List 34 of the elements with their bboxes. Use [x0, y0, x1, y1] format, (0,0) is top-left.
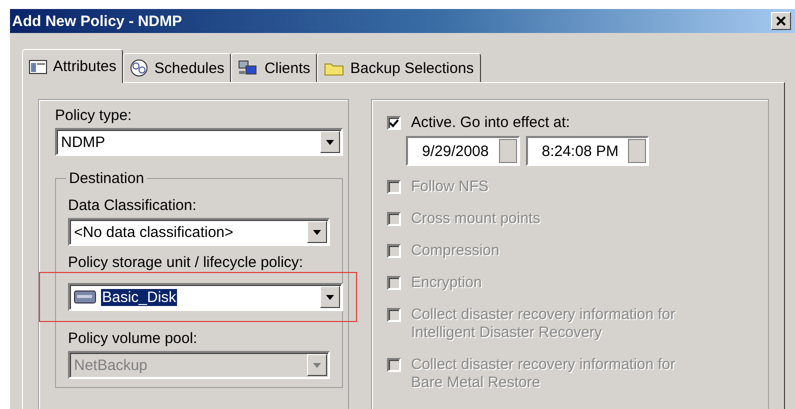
- dropdown-field[interactable]: <No data classification>: [68, 218, 330, 246]
- disk-drive-icon: [74, 289, 96, 305]
- dropdown-arrow-icon: [313, 230, 321, 234]
- window-title: Add New Policy - NDMP: [12, 12, 182, 30]
- window-icon: [29, 60, 47, 74]
- dropdown-field[interactable]: Basic_Disk: [68, 283, 343, 311]
- field-label: Policy type:: [55, 107, 133, 125]
- field-label: Data Classification:: [68, 197, 198, 215]
- field-label: Policy storage unit / lifecycle policy:: [68, 254, 304, 272]
- checkbox-label: Cross mount points: [411, 210, 542, 228]
- dropdown-arrow-icon: [326, 140, 334, 144]
- tab[interactable]: Backup Selections: [317, 53, 481, 82]
- close-icon: [776, 16, 786, 26]
- tab[interactable]: Clients: [231, 53, 318, 82]
- tab[interactable]: Attributes: [22, 49, 124, 83]
- checkbox-label: Encryption: [411, 274, 483, 292]
- field-label: Policy volume pool:: [68, 330, 198, 348]
- checkbox-label: Collect disaster recovery information for Intelligent Disaster Recovery: [411, 306, 676, 342]
- clock-icon: [130, 59, 148, 77]
- dropdown-arrow-icon: [313, 362, 321, 368]
- checkbox-label: Active. Go into effect at:: [411, 114, 571, 132]
- dropdown-arrow-icon: [326, 294, 334, 300]
- time-field[interactable]: 8:24:08 PM: [526, 136, 650, 166]
- tab[interactable]: Schedules: [123, 53, 232, 82]
- check-icon: [389, 118, 399, 128]
- checkbox-label: Follow NFS: [411, 178, 490, 196]
- policy-type-dropdown[interactable]: NDMP: [55, 128, 343, 156]
- date-field[interactable]: 9/29/2008: [406, 136, 520, 166]
- checkbox[interactable]: [387, 116, 401, 130]
- checkbox-label: Compression: [411, 242, 500, 260]
- computers-icon: [238, 60, 258, 76]
- close-button[interactable]: [771, 12, 791, 30]
- checkbox-label: Collect disaster recovery information for Bare Metal Restore: [411, 356, 676, 392]
- group-legend: Destination: [66, 170, 148, 187]
